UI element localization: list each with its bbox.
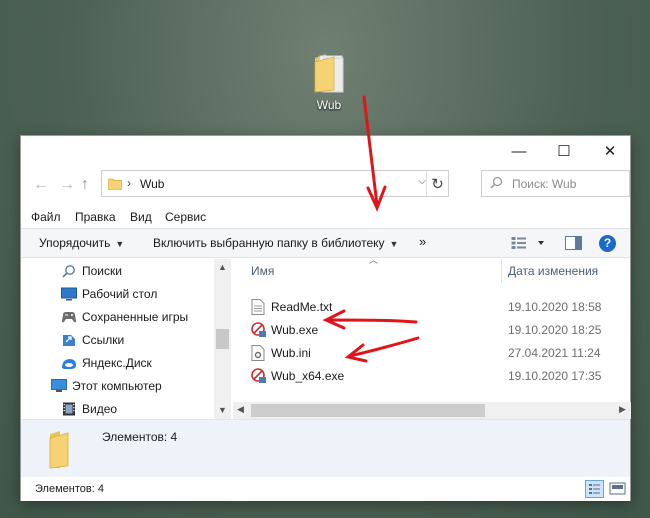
- nav-item-video[interactable]: Видео: [61, 398, 117, 420]
- scroll-left-icon[interactable]: ◀: [237, 404, 244, 415]
- nav-pane-scrollbar[interactable]: ▲ ▼: [214, 259, 231, 419]
- desktop-icon: [61, 286, 77, 302]
- menu-edit[interactable]: Правка: [75, 210, 116, 224]
- scrollbar-thumb[interactable]: [216, 329, 229, 349]
- large-icons-view-icon[interactable]: [608, 480, 627, 498]
- computer-icon: [51, 378, 67, 394]
- file-date: 19.10.2020 17:35: [508, 369, 602, 383]
- desktop-folder-label: Wub: [316, 98, 342, 112]
- file-row-wub-x64-exe[interactable]: Wub_x64.exe 19.10.2020 17:35: [233, 366, 631, 386]
- preview-pane-icon[interactable]: [565, 236, 582, 253]
- nav-item-label: Яндекс.Диск: [82, 356, 152, 370]
- nav-item-desktop[interactable]: Рабочий стол: [61, 283, 157, 305]
- file-date: 19.10.2020 18:58: [508, 300, 602, 314]
- search-icon: [490, 176, 503, 192]
- nav-item-label: Ссылки: [82, 333, 125, 347]
- file-row-wub-ini[interactable]: Wub.ini 27.04.2021 11:24: [233, 343, 631, 363]
- search-box[interactable]: Поиск: Wub: [481, 170, 630, 197]
- up-arrow-icon[interactable]: ↑: [81, 176, 89, 194]
- nav-item-yandex-disk[interactable]: Яндекс.Диск: [61, 352, 152, 374]
- nav-item-label: Рабочий стол: [82, 287, 158, 301]
- close-button[interactable]: ✕: [587, 136, 633, 166]
- caret-down-icon: ▼: [389, 239, 399, 249]
- saved-games-icon: [61, 309, 77, 325]
- details-pane: Элементов: 4: [21, 419, 630, 477]
- chevron-down-icon[interactable]: ⌵: [418, 176, 426, 187]
- yandex-disk-icon: [61, 355, 77, 371]
- nav-item-label: Поиски: [82, 264, 122, 278]
- nav-item-saved-games[interactable]: Сохраненные игры: [61, 306, 188, 328]
- folder-icon: [312, 52, 346, 94]
- include-in-library-button[interactable]: Включить выбранную папку в библиотеку ▼: [153, 236, 398, 250]
- exe-file-icon: [251, 368, 267, 384]
- links-icon: [61, 332, 77, 348]
- file-name: Wub_x64.exe: [271, 369, 345, 383]
- text-file-icon: [251, 299, 267, 315]
- breadcrumb-separator: ›: [127, 176, 131, 190]
- video-icon: [61, 401, 77, 417]
- minimize-button[interactable]: —: [496, 136, 542, 166]
- file-row-wub-exe[interactable]: Wub.exe 19.10.2020 18:25: [233, 320, 631, 340]
- nav-item-label: Этот компьютер: [72, 379, 162, 393]
- status-item-count: Элементов: 4: [35, 483, 104, 495]
- explorer-window: — ☐ ✕ ← → ↑ › Wub ⌵ ↻ Поиск: Wub Файл Пр…: [20, 135, 631, 501]
- caret-down-icon: ▼: [115, 239, 125, 249]
- refresh-icon[interactable]: ↻: [426, 171, 448, 196]
- view-options-icon[interactable]: [511, 236, 551, 253]
- details-item-count: Элементов: 4: [102, 430, 178, 444]
- column-divider[interactable]: [501, 259, 502, 283]
- more-commands-button[interactable]: »: [419, 234, 426, 249]
- include-label: Включить выбранную папку в библиотеку: [153, 236, 385, 250]
- nav-item-links[interactable]: Ссылки: [61, 329, 124, 351]
- file-row-readme[interactable]: ReadMe.txt 19.10.2020 18:58: [233, 297, 631, 317]
- back-arrow-icon[interactable]: ←: [33, 176, 49, 194]
- scrollbar-thumb[interactable]: [251, 404, 485, 417]
- help-icon[interactable]: ?: [599, 235, 616, 252]
- maximize-button[interactable]: ☐: [541, 136, 587, 166]
- title-bar: — ☐ ✕: [21, 136, 630, 166]
- file-name: ReadMe.txt: [271, 300, 333, 314]
- file-name: Wub.ini: [271, 346, 311, 360]
- navigation-bar: ← → ↑ › Wub ⌵ ↻ Поиск: Wub: [21, 170, 630, 200]
- folder-icon: [107, 177, 123, 193]
- menu-file[interactable]: Файл: [31, 210, 61, 224]
- column-header-date[interactable]: Дата изменения: [508, 264, 598, 278]
- menu-bar: Файл Правка Вид Сервис: [21, 208, 630, 228]
- status-bar: Элементов: 4: [21, 477, 630, 501]
- file-list-scrollbar[interactable]: ◀ ▶: [233, 402, 631, 419]
- file-date: 19.10.2020 18:25: [508, 323, 602, 337]
- file-date: 27.04.2021 11:24: [508, 346, 601, 360]
- breadcrumb-wub[interactable]: Wub: [140, 177, 164, 191]
- folder-icon: [48, 430, 78, 473]
- forward-arrow-icon[interactable]: →: [59, 176, 75, 194]
- sort-ascending-icon: ︿: [369, 255, 379, 265]
- nav-item-label: Видео: [82, 402, 118, 416]
- search-icon: [61, 263, 77, 279]
- scroll-down-icon[interactable]: ▼: [214, 405, 231, 415]
- settings-file-icon: [251, 345, 267, 361]
- nav-item-label: Сохраненные игры: [82, 310, 189, 324]
- details-view-icon[interactable]: [585, 480, 604, 498]
- search-placeholder: Поиск: Wub: [512, 177, 577, 191]
- scroll-up-icon[interactable]: ▲: [214, 262, 231, 272]
- file-name: Wub.exe: [271, 323, 319, 337]
- organize-label: Упорядочить: [39, 236, 111, 250]
- menu-view[interactable]: Вид: [130, 210, 152, 224]
- address-bar[interactable]: › Wub ⌵ ↻: [101, 170, 449, 197]
- menu-service[interactable]: Сервис: [165, 210, 206, 224]
- nav-item-searches[interactable]: Поиски: [61, 260, 122, 282]
- command-bar: Упорядочить ▼ Включить выбранную папку в …: [21, 228, 630, 258]
- scroll-right-icon[interactable]: ▶: [619, 404, 626, 415]
- column-header-name[interactable]: Имя: [251, 264, 274, 278]
- organize-button[interactable]: Упорядочить ▼: [39, 236, 124, 250]
- file-list: ︿ Имя Дата изменения ReadMe.txt 19.10.20…: [233, 255, 631, 419]
- exe-file-icon: [251, 322, 267, 338]
- navigation-pane: Поиски Рабочий стол Сохраненные игры Ссы…: [21, 259, 233, 419]
- desktop-folder-wub[interactable]: Wub: [300, 52, 358, 112]
- nav-item-this-pc[interactable]: Этот компьютер: [51, 375, 162, 397]
